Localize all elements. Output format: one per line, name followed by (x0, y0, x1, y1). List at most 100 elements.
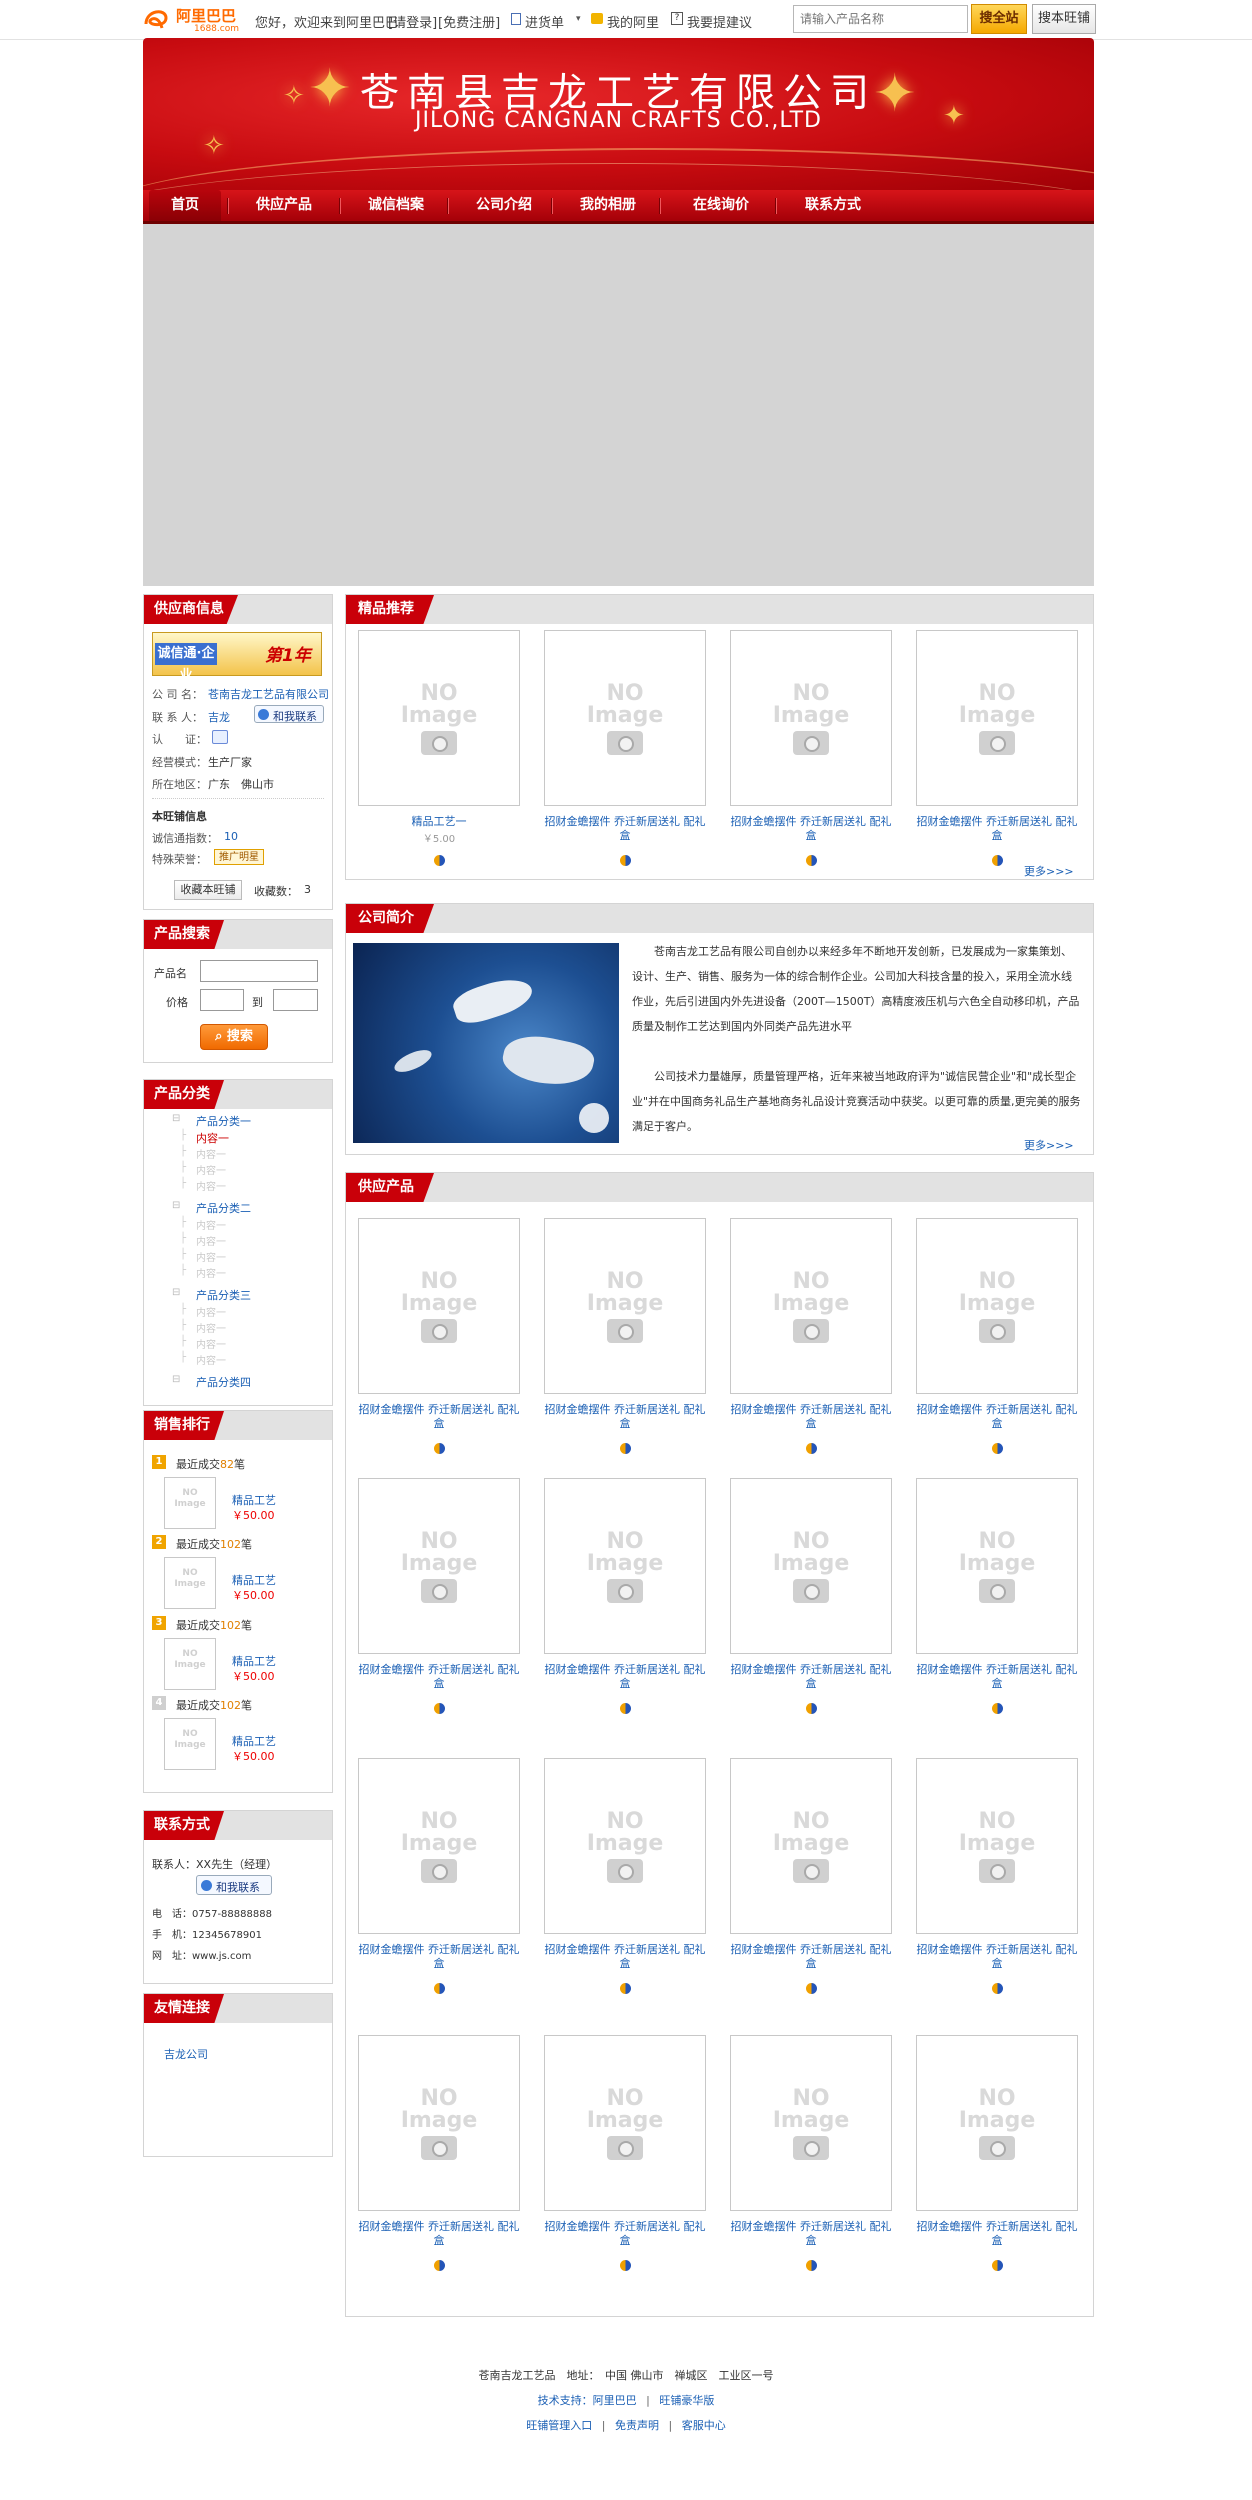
product-title-link[interactable]: 招财金蟾摆件 乔迁新居送礼 配礼盒 (916, 1943, 1078, 1971)
category-link[interactable]: 产品分类四 (196, 1374, 251, 1390)
product-title-link[interactable]: 招财金蟾摆件 乔迁新居送礼 配礼盒 (916, 1403, 1078, 1431)
product-image[interactable]: NO Image (916, 1758, 1078, 1934)
intro-more-link[interactable]: 更多>>> (1024, 1137, 1074, 1153)
product-image[interactable]: NO Image (544, 1478, 706, 1654)
product-image[interactable]: NO Image (730, 1218, 892, 1394)
product-image[interactable]: NO Image (358, 1758, 520, 1934)
product-title-link[interactable]: 招财金蟾摆件 乔迁新居送礼 配礼盒 (916, 2220, 1078, 2248)
footer-support-link[interactable]: 技术支持：阿里巴巴 (538, 2394, 637, 2407)
product-image[interactable]: NO Image (544, 2035, 706, 2211)
search-all-button[interactable]: 搜全站 (971, 4, 1027, 34)
subcategory-link[interactable]: 内容一 (196, 1146, 226, 1161)
cart-link[interactable]: 进货单 (525, 12, 564, 31)
sales-product-thumb[interactable]: NO Image (164, 1557, 216, 1609)
company-link[interactable]: 苍南吉龙工艺品有限公司 (208, 686, 329, 702)
sales-product-link[interactable]: 精品工艺 (232, 1653, 276, 1669)
product-search-button[interactable]: ⌕ 搜索 (200, 1024, 268, 1050)
product-image[interactable]: NO Image (730, 1758, 892, 1934)
subcategory-link[interactable]: 内容一 (196, 1233, 226, 1248)
sales-product-link[interactable]: 精品工艺 (232, 1492, 276, 1508)
register-link[interactable]: [免费注册] (438, 12, 500, 31)
expand-icon[interactable]: ⊟ (172, 1200, 180, 1211)
product-title-link[interactable]: 招财金蟾摆件 乔迁新居送礼 配礼盒 (358, 1403, 520, 1431)
product-image[interactable]: NO Image (358, 1218, 520, 1394)
product-image[interactable]: NO Image (730, 2035, 892, 2211)
product-image[interactable]: NO Image (358, 630, 520, 806)
sales-product-link[interactable]: 精品工艺 (232, 1733, 276, 1749)
login-link[interactable]: [请登录] (388, 12, 437, 31)
talk-button[interactable]: 和我联系 (254, 705, 324, 723)
product-image[interactable]: NO Image (358, 1478, 520, 1654)
price-max-input[interactable] (273, 989, 318, 1011)
alibaba-logo[interactable]: 阿里巴巴 1688.com (140, 2, 248, 38)
expand-icon[interactable]: ⊟ (172, 1113, 180, 1124)
product-title-link[interactable]: 招财金蟾摆件 乔迁新居送礼 配礼盒 (916, 815, 1078, 843)
product-image[interactable]: NO Image (730, 1478, 892, 1654)
product-title-link[interactable]: 招财金蟾摆件 乔迁新居送礼 配礼盒 (730, 2220, 892, 2248)
product-title-link[interactable]: 招财金蟾摆件 乔迁新居送礼 配礼盒 (730, 1663, 892, 1691)
product-image[interactable]: NO Image (916, 1478, 1078, 1654)
product-image[interactable]: NO Image (730, 630, 892, 806)
category-link[interactable]: 产品分类二 (196, 1200, 251, 1216)
footer-admin-link[interactable]: 旺铺管理入口 (526, 2419, 592, 2432)
product-title-link[interactable]: 招财金蟾摆件 乔迁新居送礼 配礼盒 (730, 1943, 892, 1971)
product-title-link[interactable]: 精品工艺一 (358, 815, 520, 829)
footer-service-link[interactable]: 客服中心 (682, 2419, 726, 2432)
featured-more-link[interactable]: 更多>>> (1024, 863, 1074, 879)
friend-link[interactable]: 吉龙公司 (164, 2046, 208, 2062)
product-title-link[interactable]: 招财金蟾摆件 乔迁新居送礼 配礼盒 (544, 1403, 706, 1431)
subcategory-link[interactable]: 内容一 (196, 1304, 226, 1319)
subcategory-link[interactable]: 内容一 (196, 1249, 226, 1264)
product-image[interactable]: NO Image (544, 1218, 706, 1394)
product-title-link[interactable]: 招财金蟾摆件 乔迁新居送礼 配礼盒 (916, 1663, 1078, 1691)
subcategory-link[interactable]: 内容一 (196, 1336, 226, 1351)
product-image[interactable]: NO Image (916, 630, 1078, 806)
product-image[interactable]: NO Image (916, 1218, 1078, 1394)
nav-album[interactable]: 我的相册 (563, 190, 653, 221)
product-image[interactable]: NO Image (358, 2035, 520, 2211)
index-value[interactable]: 10 (224, 830, 238, 843)
search-shop-button[interactable]: 搜本旺铺 (1032, 4, 1096, 34)
contact-link[interactable]: 吉龙 (208, 709, 230, 725)
expand-icon[interactable]: ⊟ (172, 1287, 180, 1298)
category-link[interactable]: 产品分类三 (196, 1287, 251, 1303)
product-title-link[interactable]: 招财金蟾摆件 乔迁新居送礼 配礼盒 (730, 815, 892, 843)
subcategory-link[interactable]: 内容一 (196, 1265, 226, 1280)
price-min-input[interactable] (200, 989, 244, 1011)
nav-credit[interactable]: 诚信档案 (351, 190, 441, 221)
nav-about[interactable]: 公司介绍 (459, 190, 549, 221)
product-image[interactable]: NO Image (916, 2035, 1078, 2211)
expand-icon[interactable]: ⊟ (172, 1374, 180, 1385)
product-title-link[interactable]: 招财金蟾摆件 乔迁新居送礼 配礼盒 (730, 1403, 892, 1431)
nav-supply[interactable]: 供应产品 (239, 190, 329, 221)
subcategory-link[interactable]: 内容一 (196, 1352, 226, 1367)
top-search-input[interactable] (793, 5, 968, 33)
product-title-link[interactable]: 招财金蟾摆件 乔迁新居送礼 配礼盒 (544, 1663, 706, 1691)
nav-contact[interactable]: 联系方式 (783, 190, 883, 221)
my-ali-link[interactable]: 我的阿里 (607, 12, 659, 31)
product-title-link[interactable]: 招财金蟾摆件 乔迁新居送礼 配礼盒 (358, 1663, 520, 1691)
footer-wangpu-link[interactable]: 旺铺豪华版 (659, 2394, 714, 2407)
product-title-link[interactable]: 招财金蟾摆件 乔迁新居送礼 配礼盒 (358, 1943, 520, 1971)
footer-disclaimer-link[interactable]: 免责声明 (615, 2419, 659, 2432)
product-image[interactable]: NO Image (544, 1758, 706, 1934)
category-link[interactable]: 产品分类一 (196, 1113, 251, 1129)
subcategory-link[interactable]: 内容一 (196, 1217, 226, 1232)
contact-talk-button[interactable]: 和我联系 (196, 1875, 272, 1895)
product-title-link[interactable]: 招财金蟾摆件 乔迁新居送礼 配礼盒 (358, 2220, 520, 2248)
subcategory-link[interactable]: 内容一 (196, 1130, 229, 1146)
subcategory-link[interactable]: 内容一 (196, 1320, 226, 1335)
feedback-link[interactable]: 我要提建议 (687, 12, 752, 31)
sales-product-thumb[interactable]: NO Image (164, 1718, 216, 1770)
product-title-link[interactable]: 招财金蟾摆件 乔迁新居送礼 配礼盒 (544, 815, 706, 843)
nav-inquiry[interactable]: 在线询价 (671, 190, 771, 221)
nav-home[interactable]: 首页 (149, 190, 221, 221)
product-name-input[interactable] (200, 960, 318, 982)
sales-product-thumb[interactable]: NO Image (164, 1477, 216, 1529)
subcategory-link[interactable]: 内容一 (196, 1178, 226, 1193)
sales-product-link[interactable]: 精品工艺 (232, 1572, 276, 1588)
product-title-link[interactable]: 招财金蟾摆件 乔迁新居送礼 配礼盒 (544, 2220, 706, 2248)
product-image[interactable]: NO Image (544, 630, 706, 806)
subcategory-link[interactable]: 内容一 (196, 1162, 226, 1177)
product-title-link[interactable]: 招财金蟾摆件 乔迁新居送礼 配礼盒 (544, 1943, 706, 1971)
